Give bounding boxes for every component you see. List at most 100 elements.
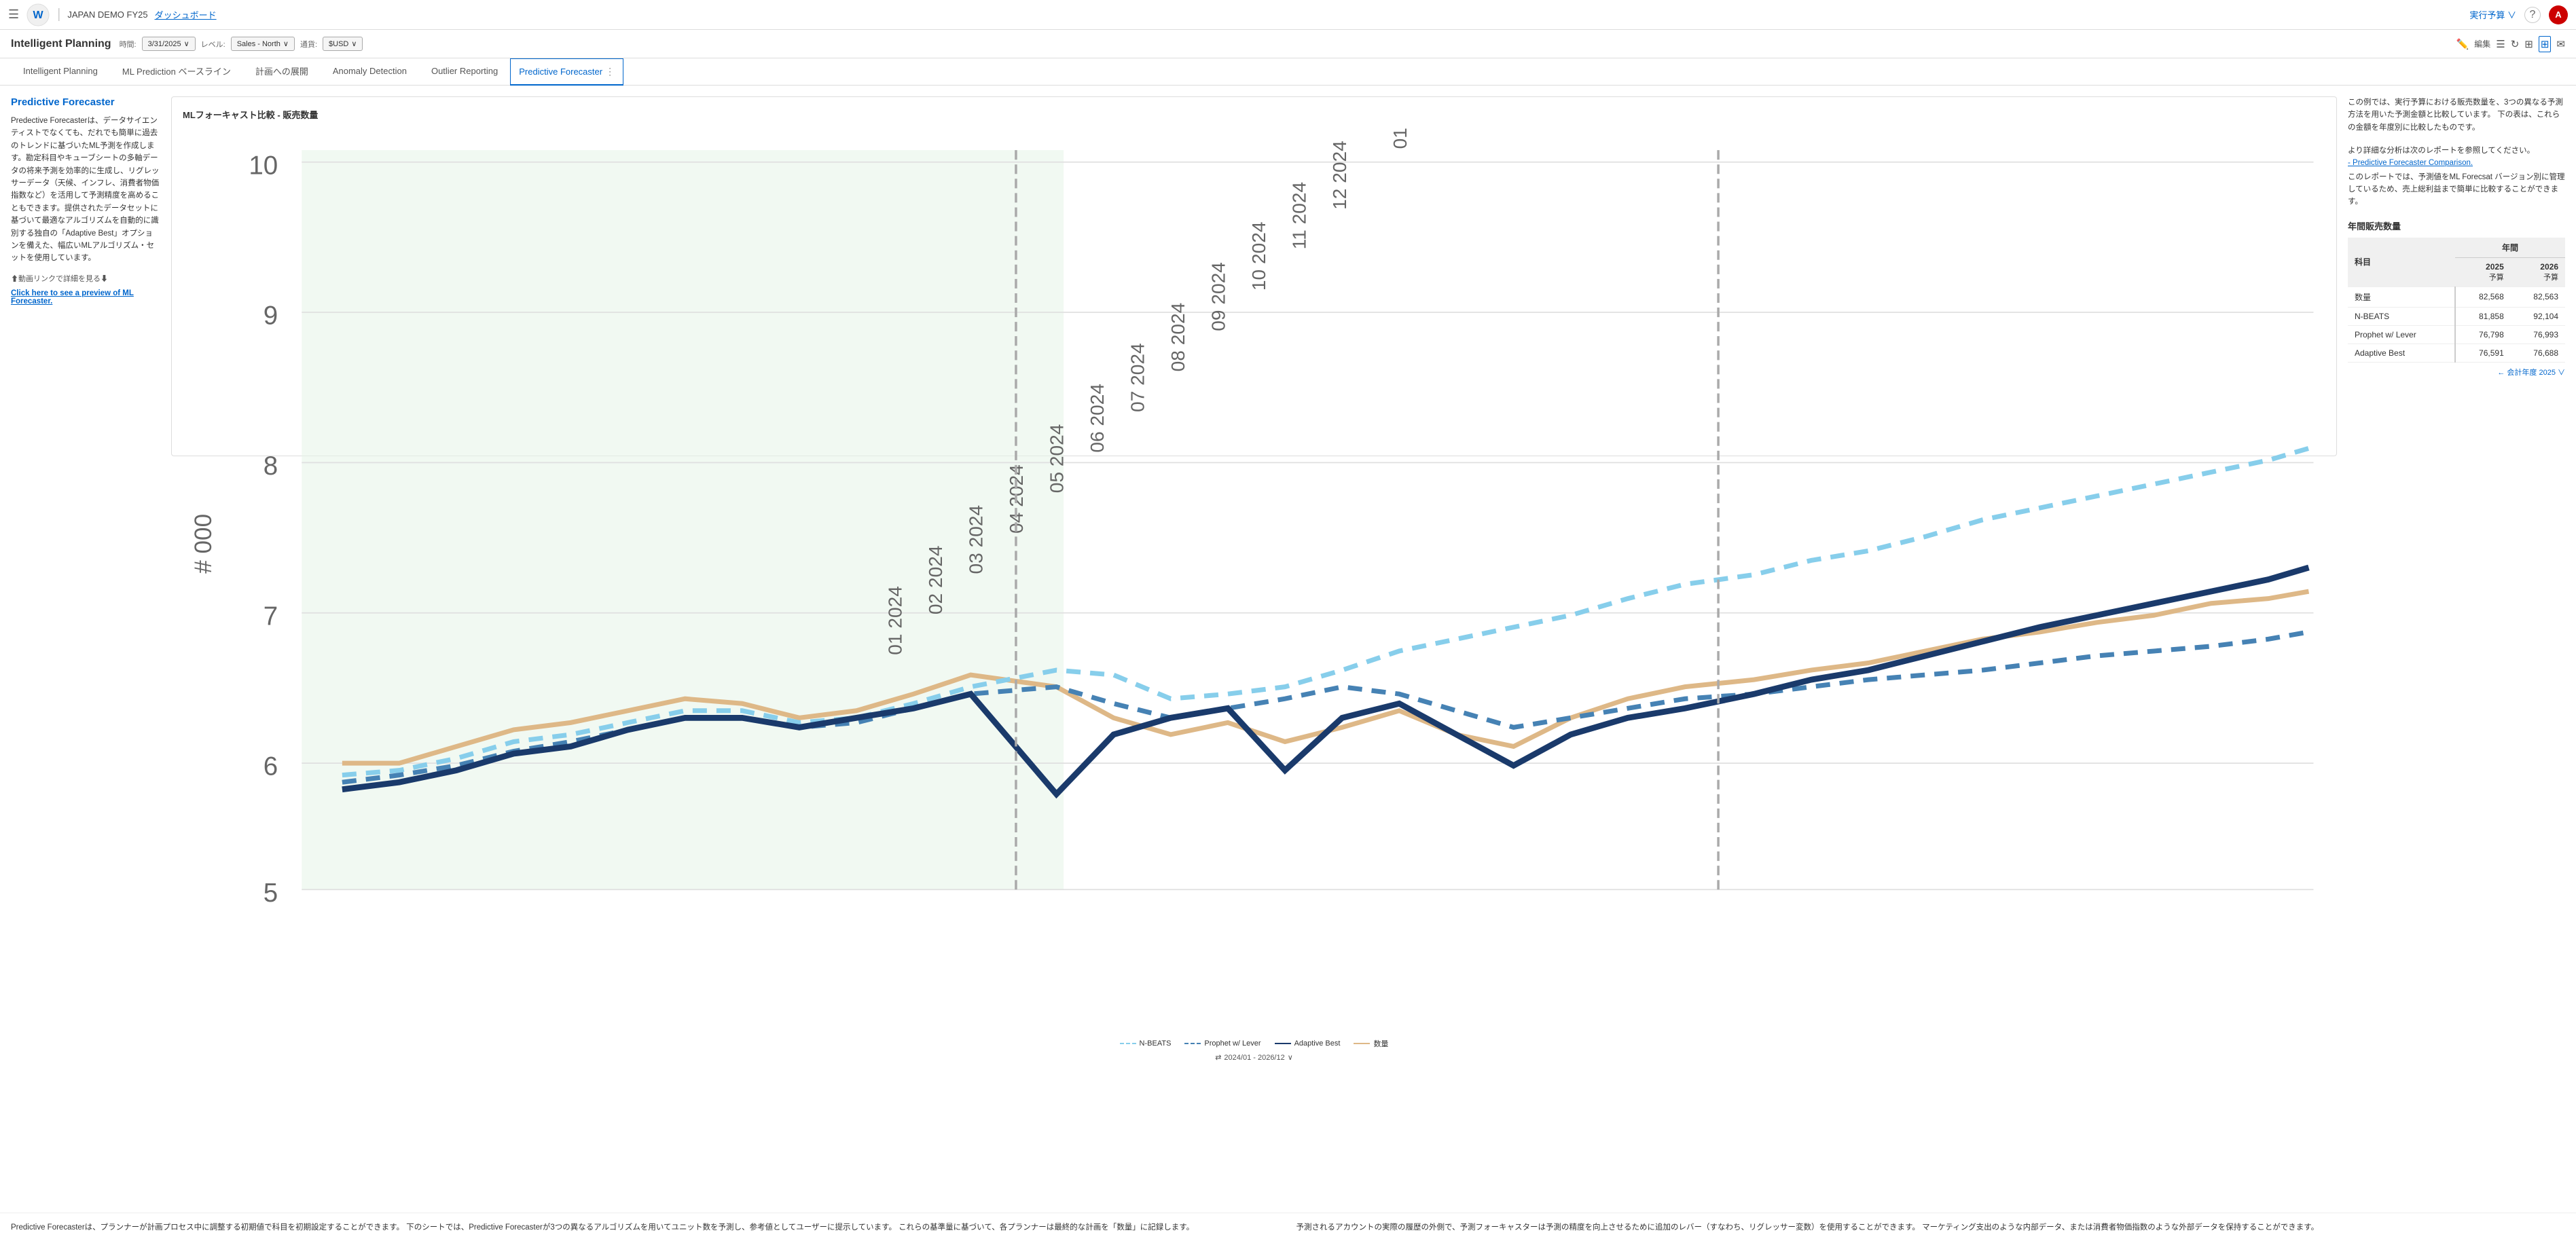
nav-right-area: 実行予算 ∨ ? A: [2469, 5, 2568, 24]
svg-text:10: 10: [249, 151, 278, 180]
dashboard-link[interactable]: ダッシュボード: [155, 8, 217, 21]
svg-text:12 2024: 12 2024: [1329, 141, 1350, 210]
row-label-adaptive: Adaptive Best: [2348, 344, 2455, 362]
tab-anomaly-detection[interactable]: Anomaly Detection: [321, 58, 419, 86]
svg-text:03 2024: 03 2024: [965, 505, 986, 574]
company-name: JAPAN DEMO FY25: [67, 10, 147, 20]
svg-text:W: W: [33, 10, 44, 21]
tab-ml-prediction[interactable]: ML Prediction ベースライン: [110, 58, 243, 86]
row-val2-quantity: 82,563: [2511, 287, 2565, 307]
workday-logo: W: [26, 3, 50, 27]
svg-text:09 2024: 09 2024: [1208, 262, 1229, 331]
comparison-link[interactable]: - Predictive Forecaster Comparison.: [2348, 159, 2565, 167]
row-val2-prophet: 76,993: [2511, 325, 2565, 344]
time-label: 時間:: [120, 39, 137, 50]
svg-text:9: 9: [264, 301, 278, 331]
table-row-prophet: Prophet w/ Lever 76,798 76,993: [2348, 325, 2565, 344]
row-val2-adaptive: 76,688: [2511, 344, 2565, 362]
tab-bar: Intelligent Planning ML Prediction ベースライ…: [0, 58, 2576, 86]
svg-text:5: 5: [264, 879, 278, 908]
legend-n-beats: N-BEATS: [1120, 1039, 1172, 1048]
row-label-nbeats: N-BEATS: [2348, 307, 2455, 325]
table-footer-link[interactable]: ← 会計年度 2025 ∨: [2348, 367, 2565, 377]
bottom-left-text: Predictive Forecasterは、プランナーが計画プロセス中に調整す…: [11, 1221, 1280, 1234]
col-subject: 科目: [2348, 238, 2455, 287]
tab-menu-dots-icon[interactable]: ⋮: [605, 66, 615, 77]
row-val1-nbeats: 81,858: [2455, 307, 2511, 325]
hamburger-icon[interactable]: ☰: [8, 7, 19, 22]
right-panel: この例では、実行予算における販売数量を、3つの異なる予測方法を用いた予測金額と比…: [2348, 96, 2565, 1202]
message-icon[interactable]: ✉: [2556, 38, 2565, 50]
right-description-3: このレポートでは、予測値をML Forecsat バージョン別に管理しているため…: [2348, 171, 2565, 208]
row-val1-quantity: 82,568: [2455, 287, 2511, 307]
legend-quantity: 数量: [1354, 1038, 1388, 1049]
svg-text:11 2024: 11 2024: [1288, 182, 1309, 249]
user-avatar[interactable]: A: [2549, 5, 2568, 24]
svg-text:05 2024: 05 2024: [1046, 424, 1067, 494]
svg-text:01 2024: 01 2024: [884, 586, 905, 655]
chart-column: MLフォーキャスト比較 - 販売数量 10 9 8 7 6 5 # 000: [171, 96, 2337, 1202]
page-title: Intelligent Planning: [11, 38, 111, 50]
edit-icon[interactable]: ✏️: [2456, 38, 2469, 50]
svg-text:01 2025: 01 2025: [1390, 126, 1411, 149]
forecaster-description: Predective Forecasterは、データサイエンティストでなくても、…: [11, 115, 160, 265]
filter-group: 時間: 3/31/2025 ∨ レベル: Sales - North ∨ 通貨:…: [120, 37, 363, 51]
chart-container: MLフォーキャスト比較 - 販売数量 10 9 8 7 6 5 # 000: [171, 96, 2337, 456]
n-beats-legend-line: [1120, 1043, 1136, 1044]
legend-adaptive: Adaptive Best: [1275, 1039, 1341, 1048]
row-label-prophet: Prophet w/ Lever: [2348, 325, 2455, 344]
currency-filter[interactable]: $USD ∨: [323, 37, 363, 51]
svg-text:6: 6: [264, 752, 278, 781]
top-nav-bar: ☰ W | JAPAN DEMO FY25 ダッシュボード 実行予算 ∨ ? A: [0, 0, 2576, 30]
row-val1-adaptive: 76,591: [2455, 344, 2511, 362]
video-link: ⬆動画リンクで詳細を見る⬇: [11, 273, 160, 284]
refresh-icon[interactable]: ↻: [2511, 38, 2520, 50]
right-description-2: より詳細な分析は次のレポートを参照してください。: [2348, 145, 2565, 157]
bottom-right-text: 予測されるアカウントの実際の履歴の外側で、予測フォーキャスターは予測の精度を向上…: [1296, 1221, 2566, 1234]
svg-text:02 2024: 02 2024: [925, 546, 946, 615]
prophet-legend-line: [1184, 1043, 1201, 1044]
quantity-legend-line: [1354, 1043, 1370, 1044]
bottom-section: Predictive Forecasterは、プランナーが計画プロセス中に調整す…: [0, 1213, 2576, 1242]
svg-text:10 2024: 10 2024: [1248, 222, 1269, 291]
expand-icon[interactable]: ⊞: [2524, 38, 2533, 50]
tab-intelligent-planning[interactable]: Intelligent Planning: [11, 58, 110, 86]
tab-plan-expansion[interactable]: 計画への展開: [243, 58, 321, 86]
svg-text:06 2024: 06 2024: [1087, 384, 1108, 453]
table-row-nbeats: N-BEATS 81,858 92,104: [2348, 307, 2565, 325]
col-2025: 2025 予算: [2455, 257, 2511, 287]
level-filter[interactable]: Sales - North ∨: [231, 37, 295, 51]
row-val2-nbeats: 92,104: [2511, 307, 2565, 325]
budget-dropdown[interactable]: 実行予算 ∨: [2469, 8, 2516, 21]
table-row-quantity: 数量 82,568 82,563: [2348, 287, 2565, 307]
svg-text:8: 8: [264, 451, 278, 481]
chart-svg: 10 9 8 7 6 5 # 000: [183, 126, 2325, 1033]
edit-label[interactable]: 編集: [2474, 38, 2490, 50]
table-section-title: 年間販売数量: [2348, 219, 2565, 232]
right-description-1: この例では、実行予算における販売数量を、3つの異なる予測方法を用いた予測金額と比…: [2348, 96, 2565, 134]
chart-legend: N-BEATS Prophet w/ Lever Adaptive Best 数…: [183, 1038, 2325, 1049]
filter-icon[interactable]: ☰: [2496, 38, 2505, 50]
tab-outlier-reporting[interactable]: Outlier Reporting: [419, 58, 510, 86]
tab-predictive-forecaster[interactable]: Predictive Forecaster ⋮: [510, 58, 623, 86]
preview-link[interactable]: Click here to see a preview of ML Foreca…: [11, 289, 160, 306]
svg-text:7: 7: [264, 602, 278, 631]
level-label: レベル:: [201, 39, 225, 50]
svg-text:08 2024: 08 2024: [1167, 303, 1189, 372]
chart-time-range[interactable]: ⇄ 2024/01 - 2026/12 ∨: [183, 1053, 2325, 1062]
grid-icon[interactable]: ⊞: [2539, 36, 2552, 52]
annual-sales-table: 科目 年間 2025 予算 2026 予算 数量 82,: [2348, 238, 2565, 363]
time-filter[interactable]: 3/31/2025 ∨: [142, 37, 196, 51]
legend-prophet: Prophet w/ Lever: [1184, 1039, 1260, 1048]
main-content: Predictive Forecaster Predective Forecas…: [0, 86, 2576, 1213]
left-panel: Predictive Forecaster Predective Forecas…: [11, 96, 160, 1202]
col-2026: 2026 予算: [2511, 257, 2565, 287]
page-header: Intelligent Planning 時間: 3/31/2025 ∨ レベル…: [0, 30, 2576, 58]
help-button[interactable]: ?: [2524, 7, 2541, 23]
svg-text:# 000: # 000: [190, 514, 217, 574]
table-row-adaptive: Adaptive Best 76,591 76,688: [2348, 344, 2565, 362]
page-actions: ✏️ 編集 ☰ ↻ ⊞ ⊞ ✉: [2456, 36, 2565, 52]
currency-label: 通貨:: [300, 39, 317, 50]
svg-text:07 2024: 07 2024: [1127, 343, 1148, 412]
predictive-forecaster-title: Predictive Forecaster: [11, 96, 160, 108]
